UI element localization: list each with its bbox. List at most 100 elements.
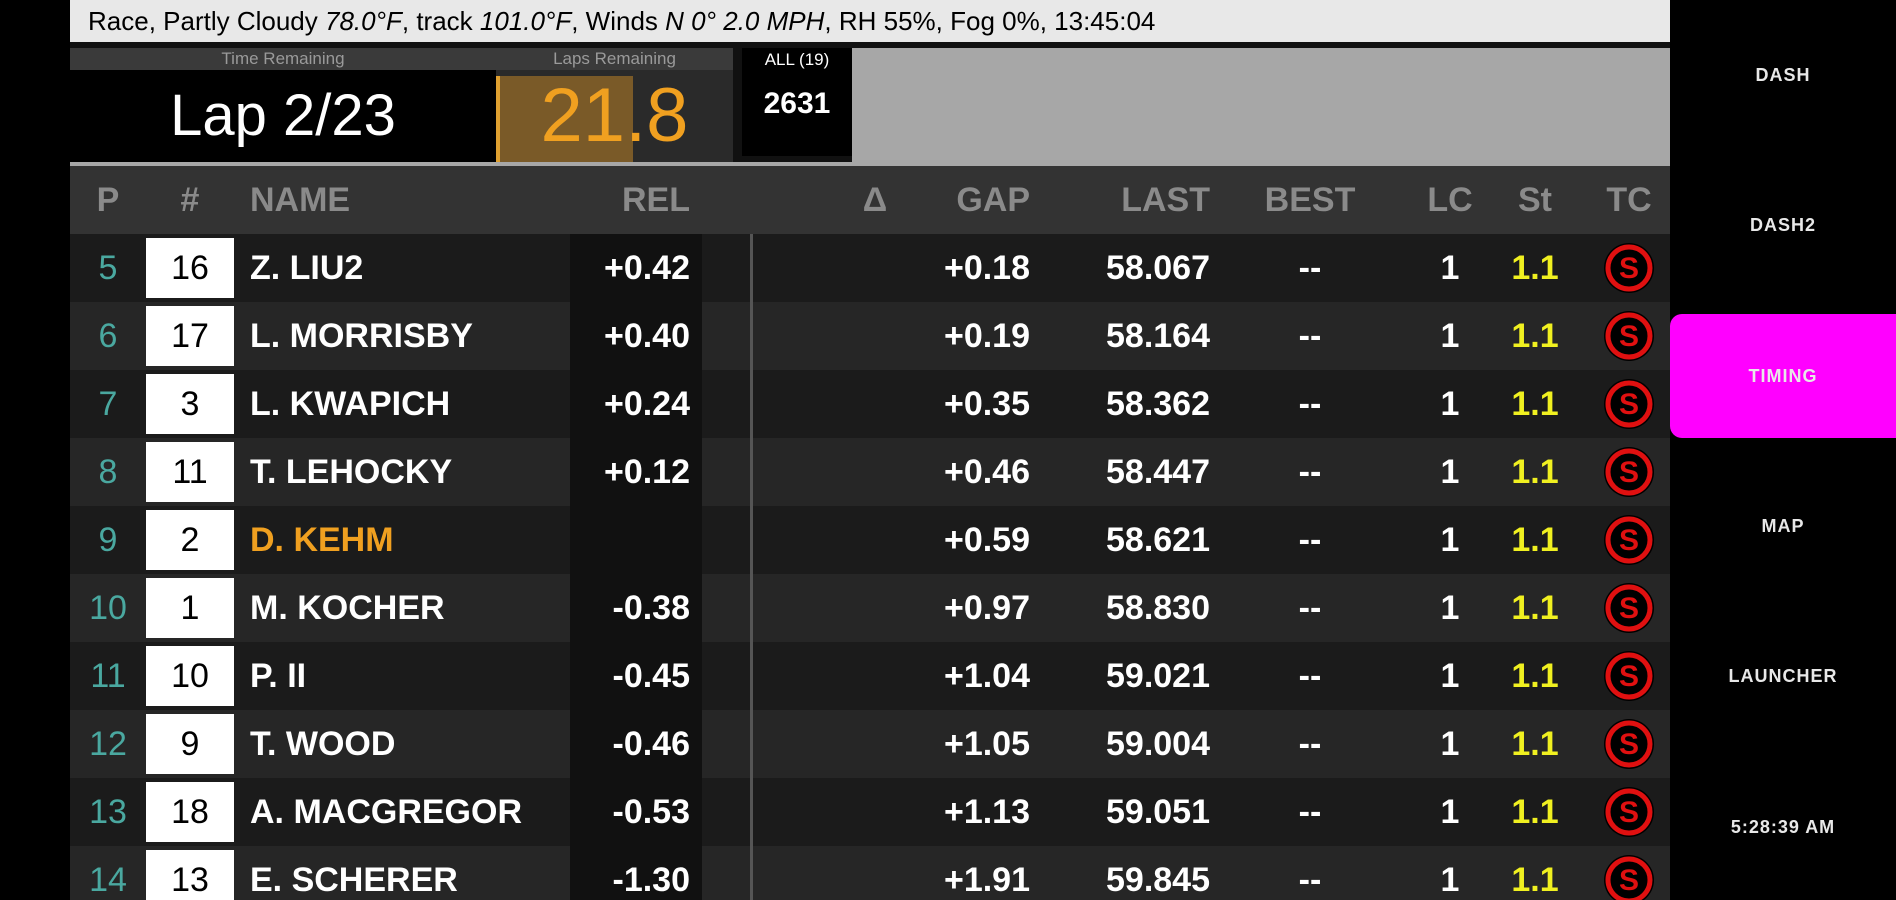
relative-divider (750, 778, 753, 846)
relative-divider (750, 710, 753, 778)
weather-prefix: Race, Partly Cloudy (88, 6, 325, 36)
lap-count: 1 (1440, 861, 1460, 899)
last-lap-time: 58.067 (1106, 249, 1210, 287)
driver-name: T. LEHOCKY (250, 453, 453, 491)
car-number: 9 (146, 714, 234, 774)
table-row[interactable]: 14 13 E. SCHERER -1.30 +1.91 59.845 -- 1 1.1 S (70, 846, 1670, 900)
clock: 5:28:39 AM (1730, 817, 1836, 837)
lap-count: 1 (1440, 657, 1460, 695)
row-position: 6 (98, 317, 118, 355)
relative-time: -1.30 (612, 861, 691, 899)
relative-divider (750, 574, 753, 642)
tire-compound-letter: S (1619, 660, 1639, 693)
soft-tire-icon: S (1604, 243, 1654, 293)
stint-value: 1.1 (1511, 861, 1559, 899)
driver-name: M. KOCHER (250, 589, 445, 627)
relative-time: +0.40 (603, 317, 690, 355)
relative-divider (750, 642, 753, 710)
table-row[interactable]: 9 2 D. KEHM +0.59 58.621 -- 1 1.1 S (70, 506, 1670, 574)
relative-divider (750, 506, 753, 574)
best-lap-time: -- (1298, 589, 1322, 627)
last-lap-time: 59.051 (1106, 793, 1210, 831)
table-row[interactable]: 5 16 Z. LIU2 +0.42 +0.18 58.067 -- 1 1.1 S (70, 234, 1670, 302)
weather-rest: , RH 55%, Fog 0%, 13:45:04 (824, 6, 1156, 36)
header-panel (852, 48, 1670, 166)
soft-tire-icon: S (1604, 583, 1654, 633)
timing-screen: Race, Partly Cloudy 78.0°F, track 101.0°… (70, 0, 1670, 900)
tire-compound-letter: S (1619, 796, 1639, 829)
tire-compound-letter: S (1619, 524, 1639, 557)
gap-time: +0.19 (943, 317, 1030, 355)
car-number: 10 (146, 646, 234, 706)
driver-name: T. WOOD (250, 725, 396, 763)
driver-name: L. KWAPICH (250, 385, 451, 423)
best-lap-time: -- (1298, 385, 1322, 423)
stint-value: 1.1 (1511, 317, 1559, 355)
table-row[interactable]: 11 10 P. II -0.45 +1.04 59.021 -- 1 1.1 S (70, 642, 1670, 710)
nav-map[interactable]: MAP (1670, 507, 1896, 545)
row-position: 7 (98, 385, 118, 423)
best-lap-time: -- (1298, 657, 1322, 695)
column-header-row: P # NAME REL Δ GAP LAST BEST LC St TC (70, 166, 1670, 234)
tire-compound-letter: S (1619, 864, 1639, 897)
track-label: , track (401, 6, 480, 36)
table-row[interactable]: 13 18 A. MACGREGOR -0.53 +1.13 59.051 -- 1 1.1 S (70, 778, 1670, 846)
gap-time: +1.13 (943, 793, 1030, 831)
nav-launcher[interactable]: LAUNCHER (1670, 657, 1896, 695)
col-header-position: P (96, 181, 120, 219)
track-temperature: 101.0°F (479, 6, 572, 36)
gap-time: +1.04 (943, 657, 1030, 695)
soft-tire-icon: S (1604, 379, 1654, 429)
tire-compound-letter: S (1619, 388, 1639, 421)
relative-divider (750, 370, 753, 438)
relative-time: -0.53 (612, 793, 691, 831)
driver-name: L. MORRISBY (250, 317, 473, 355)
soft-tire-icon: S (1604, 855, 1654, 900)
driver-name: D. KEHM (250, 521, 394, 559)
lap-count: 1 (1440, 249, 1460, 287)
gap-time: +0.46 (943, 453, 1030, 491)
table-row[interactable]: 7 3 L. KWAPICH +0.24 +0.35 58.362 -- 1 1.1 S (70, 370, 1670, 438)
table-row[interactable]: 10 1 M. KOCHER -0.38 +0.97 58.830 -- 1 1.1 S (70, 574, 1670, 642)
lap-count: 1 (1440, 725, 1460, 763)
car-number: 13 (146, 850, 234, 900)
car-number: 3 (146, 374, 234, 434)
gap-time: +0.97 (943, 589, 1030, 627)
laps-remaining-value: 21.8 (540, 73, 689, 158)
stint-value: 1.1 (1511, 589, 1559, 627)
lap-counter: Lap 2/23 (70, 70, 496, 162)
last-lap-time: 58.164 (1106, 317, 1210, 355)
time-remaining-label: Time Remaining (70, 48, 496, 70)
driver-name: P. II (250, 657, 307, 695)
last-lap-time: 59.845 (1106, 861, 1210, 899)
stint-value: 1.1 (1511, 793, 1559, 831)
nav-dash[interactable]: DASH (1670, 56, 1896, 94)
driver-name: E. SCHERER (250, 861, 458, 899)
table-row[interactable]: 8 11 T. LEHOCKY +0.12 +0.46 58.447 -- 1 1.1 S (70, 438, 1670, 506)
stint-value: 1.1 (1511, 249, 1559, 287)
table-row[interactable]: 6 17 L. MORRISBY +0.40 +0.19 58.164 -- 1 1.1 S (70, 302, 1670, 370)
row-position: 10 (89, 589, 127, 627)
weather-bar: Race, Partly Cloudy 78.0°F, track 101.0°… (70, 0, 1670, 42)
best-lap-time: -- (1298, 249, 1322, 287)
nav-dash2[interactable]: DASH2 (1670, 206, 1896, 244)
winds-label: , Winds (571, 6, 666, 36)
car-number: 17 (146, 306, 234, 366)
row-position: 12 (89, 725, 127, 763)
best-lap-time: -- (1298, 793, 1322, 831)
class-filter-button[interactable]: ALL (19) 2631 (742, 48, 852, 156)
row-position: 5 (98, 249, 118, 287)
relative-time: +0.12 (603, 453, 690, 491)
class-filter-value: 2631 (763, 87, 831, 120)
table-row[interactable]: 12 9 T. WOOD -0.46 +1.05 59.004 -- 1 1.1 S (70, 710, 1670, 778)
relative-divider (750, 302, 753, 370)
lap-count: 1 (1440, 317, 1460, 355)
driver-name: Z. LIU2 (250, 249, 364, 287)
soft-tire-icon: S (1604, 787, 1654, 837)
gap-time: +0.18 (943, 249, 1030, 287)
gap-time: +1.91 (943, 861, 1030, 899)
relative-divider (750, 234, 753, 302)
nav-timing[interactable]: TIMING (1670, 314, 1896, 438)
stint-value: 1.1 (1511, 725, 1559, 763)
row-position: 9 (98, 521, 118, 559)
